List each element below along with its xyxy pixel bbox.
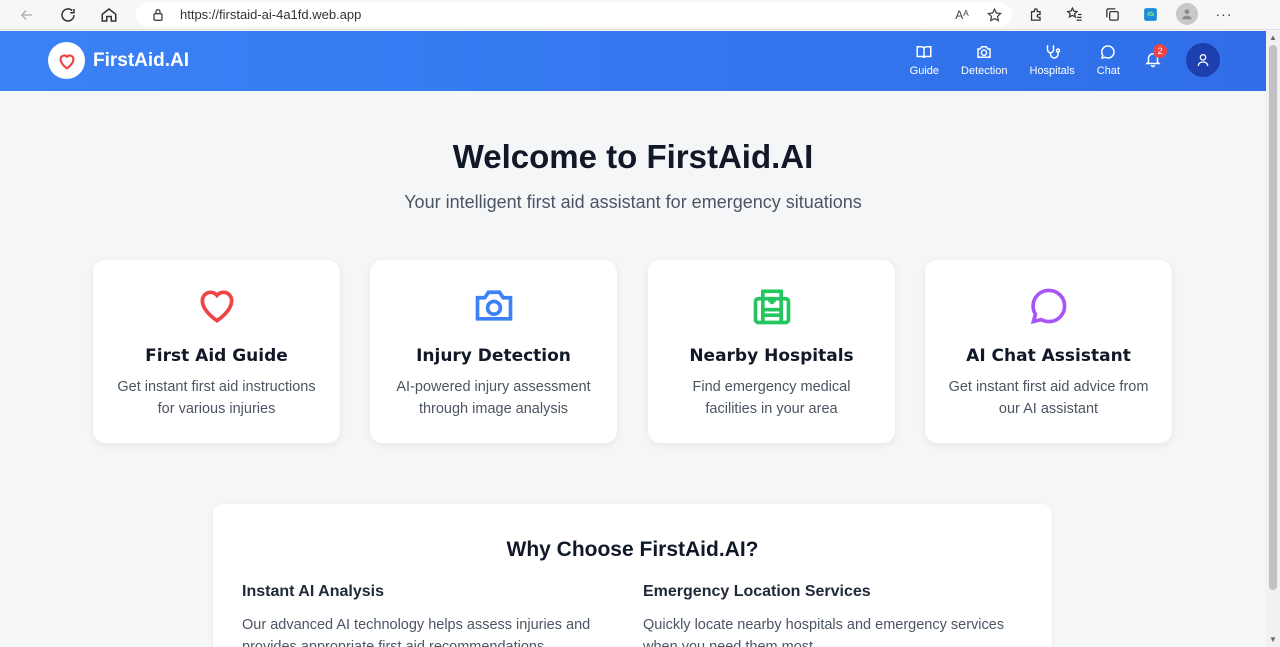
camera-icon (977, 46, 991, 58)
notifications-button[interactable]: 2 (1144, 44, 1167, 70)
read-aloud-icon: Aᴬ (955, 8, 969, 22)
page-scrollbar[interactable]: ▲ ▼ (1266, 31, 1280, 647)
card-title: Nearby Hospitals (689, 346, 854, 366)
nav-chat[interactable]: Chat (1097, 43, 1120, 77)
nav-hospitals[interactable]: Hospitals (1030, 43, 1075, 77)
card-description: Find emergency medical facilities in you… (692, 379, 851, 417)
section-title: Why Choose FirstAid.AI? (506, 538, 759, 561)
main-nav: Guide Detection Hospitals Chat 2 (910, 43, 1220, 77)
feature-title: Instant AI Analysis (242, 583, 384, 600)
nav-guide-label: Guide (909, 65, 940, 77)
page-subtitle: Your intelligent first aid assistant for… (404, 192, 862, 212)
lock-icon (153, 8, 163, 21)
card-injury-detection[interactable]: Injury Detection AI-powered injury asses… (370, 260, 617, 443)
nav-guide[interactable]: Guide (910, 43, 939, 77)
star-add-icon (986, 7, 1002, 22)
arrow-left-icon (20, 9, 33, 21)
feature-title: Emergency Location Services (643, 583, 871, 600)
edge-button[interactable] (1138, 4, 1162, 24)
favorites-icon (1065, 6, 1082, 21)
home-button[interactable] (94, 2, 124, 28)
card-ai-chat-assistant[interactable]: AI Chat Assistant Get instant first aid … (925, 260, 1172, 443)
card-title: Injury Detection (416, 346, 571, 366)
user-profile-button[interactable] (1186, 43, 1220, 77)
ellipsis-icon: ··· (1215, 6, 1233, 22)
nav-chat-label: Chat (1096, 65, 1120, 77)
url-text: https://firstaid-ai-4a1fd.web.app (180, 7, 362, 22)
back-button[interactable] (12, 2, 42, 28)
notification-badge: 2 (1153, 44, 1167, 58)
person-icon (1182, 9, 1192, 20)
home-icon (101, 8, 117, 22)
why-section: Why Choose FirstAid.AI? Instant AI Analy… (213, 504, 1052, 647)
favorite-add-button[interactable] (982, 5, 1006, 25)
nav-hospitals-label: Hospitals (1029, 65, 1075, 77)
address-bar[interactable]: https://firstaid-ai-4a1fd.web.app Aᴬ (136, 2, 1012, 27)
edge-icon (1143, 7, 1157, 21)
refresh-icon (61, 8, 75, 22)
app-header: FirstAid.AI Guide Detection Hospitals Ch… (0, 31, 1266, 91)
camera-icon (475, 290, 512, 321)
collections-button[interactable] (1100, 4, 1124, 24)
card-description: Get instant first aid advice from our AI… (948, 379, 1149, 417)
page-title: Welcome to FirstAid.AI (452, 138, 814, 175)
feature-instant-ai-analysis: Instant AI Analysis Our advanced AI tech… (242, 583, 612, 647)
hospital-icon (753, 289, 790, 325)
card-icon-wrap (472, 284, 516, 328)
collections-icon (1105, 7, 1119, 21)
scroll-thumb[interactable] (1269, 45, 1277, 590)
puzzle-icon (1030, 7, 1041, 21)
card-description: Get instant first aid instructions for v… (117, 379, 316, 417)
favorites-button[interactable] (1062, 4, 1086, 24)
nav-detection-label: Detection (961, 65, 1008, 77)
refresh-button[interactable] (53, 2, 83, 28)
card-nearby-hospitals[interactable]: Nearby Hospitals Find emergency medical … (648, 260, 895, 443)
brand-logo[interactable]: FirstAid.AI (48, 42, 189, 79)
heart-icon (58, 53, 75, 70)
card-first-aid-guide[interactable]: First Aid Guide Get instant first aid in… (93, 260, 340, 443)
more-button[interactable]: ··· (1212, 4, 1236, 24)
user-icon (1197, 54, 1209, 67)
extensions-button[interactable] (1024, 4, 1048, 24)
card-icon-wrap (1027, 284, 1071, 328)
chat-bubble-icon (1030, 288, 1066, 325)
logo-badge (48, 42, 85, 79)
browser-toolbar: https://firstaid-ai-4a1fd.web.app Aᴬ ··· (0, 0, 1280, 30)
read-aloud-button[interactable]: Aᴬ (950, 5, 974, 25)
chat-bubble-icon (1101, 45, 1116, 60)
card-icon-wrap (750, 284, 794, 328)
card-title: First Aid Guide (145, 346, 288, 366)
feature-description: Quickly locate nearby hospitals and emer… (643, 617, 1005, 647)
profile-button[interactable] (1176, 3, 1198, 25)
feature-description: Our advanced AI technology helps assess … (242, 617, 591, 647)
stethoscope-icon (1046, 45, 1061, 59)
nav-detection[interactable]: Detection (961, 43, 1008, 77)
book-open-icon (916, 46, 932, 59)
card-icon-wrap (195, 284, 239, 328)
card-title: AI Chat Assistant (966, 346, 1131, 366)
scroll-down-arrow-icon[interactable]: ▼ (1269, 636, 1277, 644)
scroll-up-arrow-icon[interactable]: ▲ (1269, 34, 1277, 42)
feature-emergency-location: Emergency Location Services Quickly loca… (643, 583, 1013, 647)
heart-icon (199, 290, 234, 323)
brand-name: FirstAid.AI (93, 49, 190, 71)
card-description: AI-powered injury assessment through ima… (396, 379, 591, 417)
